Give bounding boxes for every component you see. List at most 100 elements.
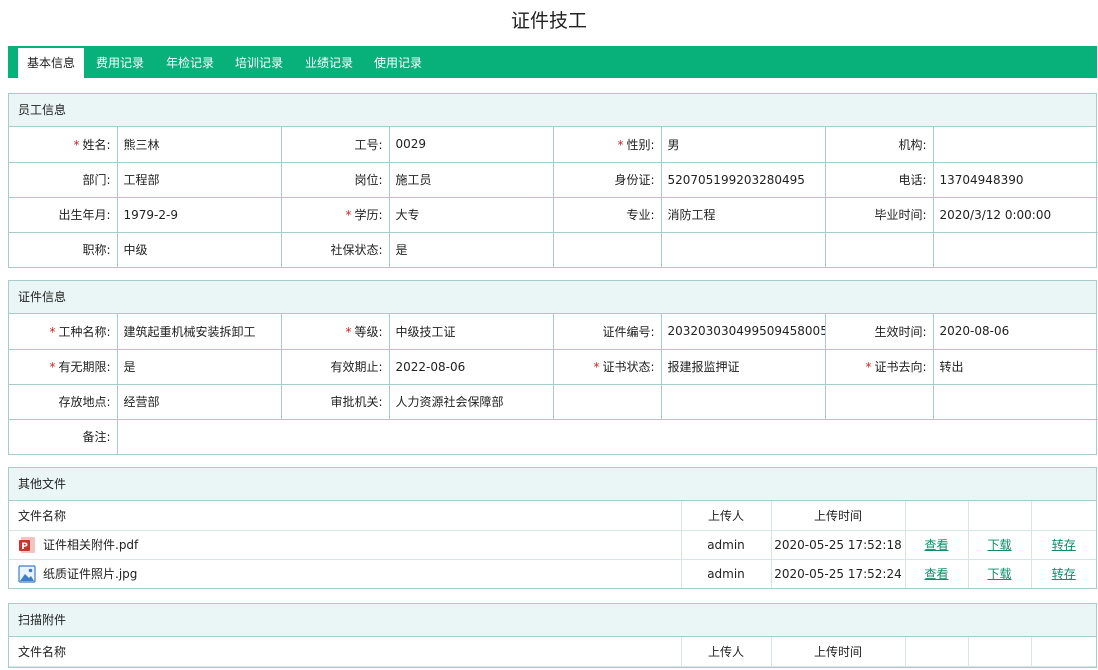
required-mark: * <box>617 137 624 152</box>
major-value: 消防工程 <box>661 197 826 233</box>
download-cell: 下载 <box>968 559 1032 588</box>
employee-no-value: 0029 <box>389 127 554 163</box>
view-cell: 查看 <box>905 559 969 588</box>
name-label: * 姓名: <box>9 127 118 163</box>
expire-date-label: 有效期止: <box>281 349 390 385</box>
gender-value: 男 <box>661 127 826 163</box>
employee-info-header: 员工信息 <box>9 94 1096 127</box>
birth-value: 1979-2-9 <box>117 197 282 233</box>
table-row: 纸质证件照片.jpg admin 2020-05-25 17:52:24 查看 … <box>9 559 1096 588</box>
post-label: 岗位: <box>281 162 390 198</box>
required-mark: * <box>345 324 352 339</box>
dept-label: 部门: <box>9 162 118 198</box>
view-link[interactable]: 查看 <box>924 538 948 552</box>
employee-info-panel: 员工信息 * 姓名: 熊三林 工号: 0029 * 性别: 男 机构: 部门: 工程… <box>8 93 1098 268</box>
upload-time-header: 上传时间 <box>771 637 906 667</box>
gender-label: * 性别: <box>553 127 662 163</box>
empty-header <box>905 501 969 531</box>
storage-value: 经营部 <box>117 384 282 420</box>
required-mark: * <box>593 360 600 374</box>
uploader-cell: admin <box>681 530 772 560</box>
file-name-cell: 纸质证件照片.jpg <box>9 559 682 588</box>
required-mark: * <box>345 208 352 222</box>
cert-status-value: 报建报监押证 <box>661 349 826 385</box>
scan-files-panel: 扫描附件 文件名称 上传人 上传时间 <box>8 603 1097 668</box>
worktype-label: * 工种名称: <box>9 314 118 350</box>
empty-cell <box>661 232 826 267</box>
upload-time-header: 上传时间 <box>771 501 906 531</box>
view-link[interactable]: 查看 <box>924 567 948 581</box>
transfer-link[interactable]: 转存 <box>1052 567 1076 581</box>
unlimited-label: * 有无期限: <box>9 349 118 385</box>
certificate-info-table: * 工种名称: 建筑起重机械安装拆卸工 * 等级: 中级技工证 证件编号: 2032… <box>9 314 1098 454</box>
level-value: 中级技工证 <box>389 314 554 350</box>
expire-date-value: 2022-08-06 <box>389 349 554 385</box>
tab-performance-records[interactable]: 业绩记录 <box>299 48 359 78</box>
cert-no-value: 20320303049950945800​5 <box>661 314 826 350</box>
required-mark: * <box>49 324 56 339</box>
download-link[interactable]: 下载 <box>987 567 1011 581</box>
view-cell: 查看 <box>905 530 969 560</box>
image-file-icon <box>18 565 36 583</box>
empty-cell <box>933 384 1098 420</box>
name-value: 熊三林 <box>117 127 282 163</box>
empty-cell <box>825 232 934 267</box>
empty-cell <box>661 384 826 420</box>
upload-time-cell: 2020-05-25 17:52:24 <box>771 559 906 588</box>
empty-header <box>1031 501 1096 531</box>
tab-inspection-records[interactable]: 年检记录 <box>160 48 220 78</box>
cert-status-label: * 证书状态: <box>553 349 662 385</box>
transfer-link[interactable]: 转存 <box>1052 538 1076 552</box>
major-label: 专业: <box>553 197 662 233</box>
approver-label: 审批机关: <box>281 384 390 420</box>
certificate-info-header: 证件信息 <box>9 281 1096 314</box>
tab-usage-records[interactable]: 使用记录 <box>368 48 428 78</box>
uploader-header: 上传人 <box>681 637 772 667</box>
upload-time-cell: 2020-05-25 17:52:18 <box>771 530 906 560</box>
approver-value: 人力资源社会保障部 <box>389 384 554 420</box>
post-value: 施工员 <box>389 162 554 198</box>
education-label: * 学历: <box>281 197 390 233</box>
effective-date-label: 生效时间: <box>825 314 934 350</box>
org-value <box>933 127 1098 163</box>
file-name: 纸质证件照片.jpg <box>43 567 138 582</box>
level-label: * 等级: <box>281 314 390 350</box>
remark-value <box>117 419 1098 454</box>
tab-fee-records[interactable]: 费用记录 <box>90 48 150 78</box>
certificate-info-panel: 证件信息 * 工种名称: 建筑起重机械安装拆卸工 * 等级: 中级技工证 证件编号:… <box>8 280 1098 455</box>
storage-label: 存放地点: <box>9 384 118 420</box>
idcard-label: 身份证: <box>553 162 662 198</box>
download-link[interactable]: 下载 <box>987 538 1011 552</box>
file-name: 证件相关附件.pdf <box>43 538 139 552</box>
tab-bar: 基本信息 费用记录 年检记录 培训记录 业绩记录 使用记录 <box>8 46 1097 78</box>
phone-label: 电话: <box>825 162 934 198</box>
empty-cell <box>553 232 662 267</box>
birth-label: 出生年月: <box>9 197 118 233</box>
employee-info-table: * 姓名: 熊三林 工号: 0029 * 性别: 男 机构: 部门: 工程部 岗位:… <box>9 127 1098 267</box>
job-title-label: 职称: <box>9 232 118 267</box>
empty-cell <box>933 232 1098 267</box>
required-mark: * <box>865 360 872 374</box>
page-title: 证件技工 <box>510 10 587 32</box>
empty-cell <box>553 384 662 420</box>
svg-text:P: P <box>21 542 28 552</box>
org-label: 机构: <box>825 127 934 163</box>
pdf-file-icon: P <box>18 536 36 554</box>
uploader-cell: admin <box>681 559 772 588</box>
empty-header <box>1031 637 1096 667</box>
idcard-value: 520705199203280495 <box>661 162 826 198</box>
tab-basic-info[interactable]: 基本信息 <box>18 48 84 78</box>
file-name-header: 文件名称 <box>9 501 682 531</box>
cert-whereabouts-value: 转出 <box>933 349 1098 385</box>
worktype-value: 建筑起重机械安装拆卸工 <box>117 314 282 350</box>
graduation-value: 2020/3/12 0:00:00 <box>933 197 1098 233</box>
other-files-table: 文件名称 上传人 上传时间 P 证件相关附件.pdf admin 2020-05… <box>9 501 1096 588</box>
file-name-cell: P 证件相关附件.pdf <box>9 530 682 560</box>
transfer-cell: 转存 <box>1031 559 1096 588</box>
download-cell: 下载 <box>968 530 1032 560</box>
tab-training-records[interactable]: 培训记录 <box>229 48 289 78</box>
job-title-value: 中级 <box>117 232 282 267</box>
empty-cell <box>825 384 934 420</box>
phone-value: 13704948390 <box>933 162 1098 198</box>
social-security-label: 社保状态: <box>281 232 390 267</box>
